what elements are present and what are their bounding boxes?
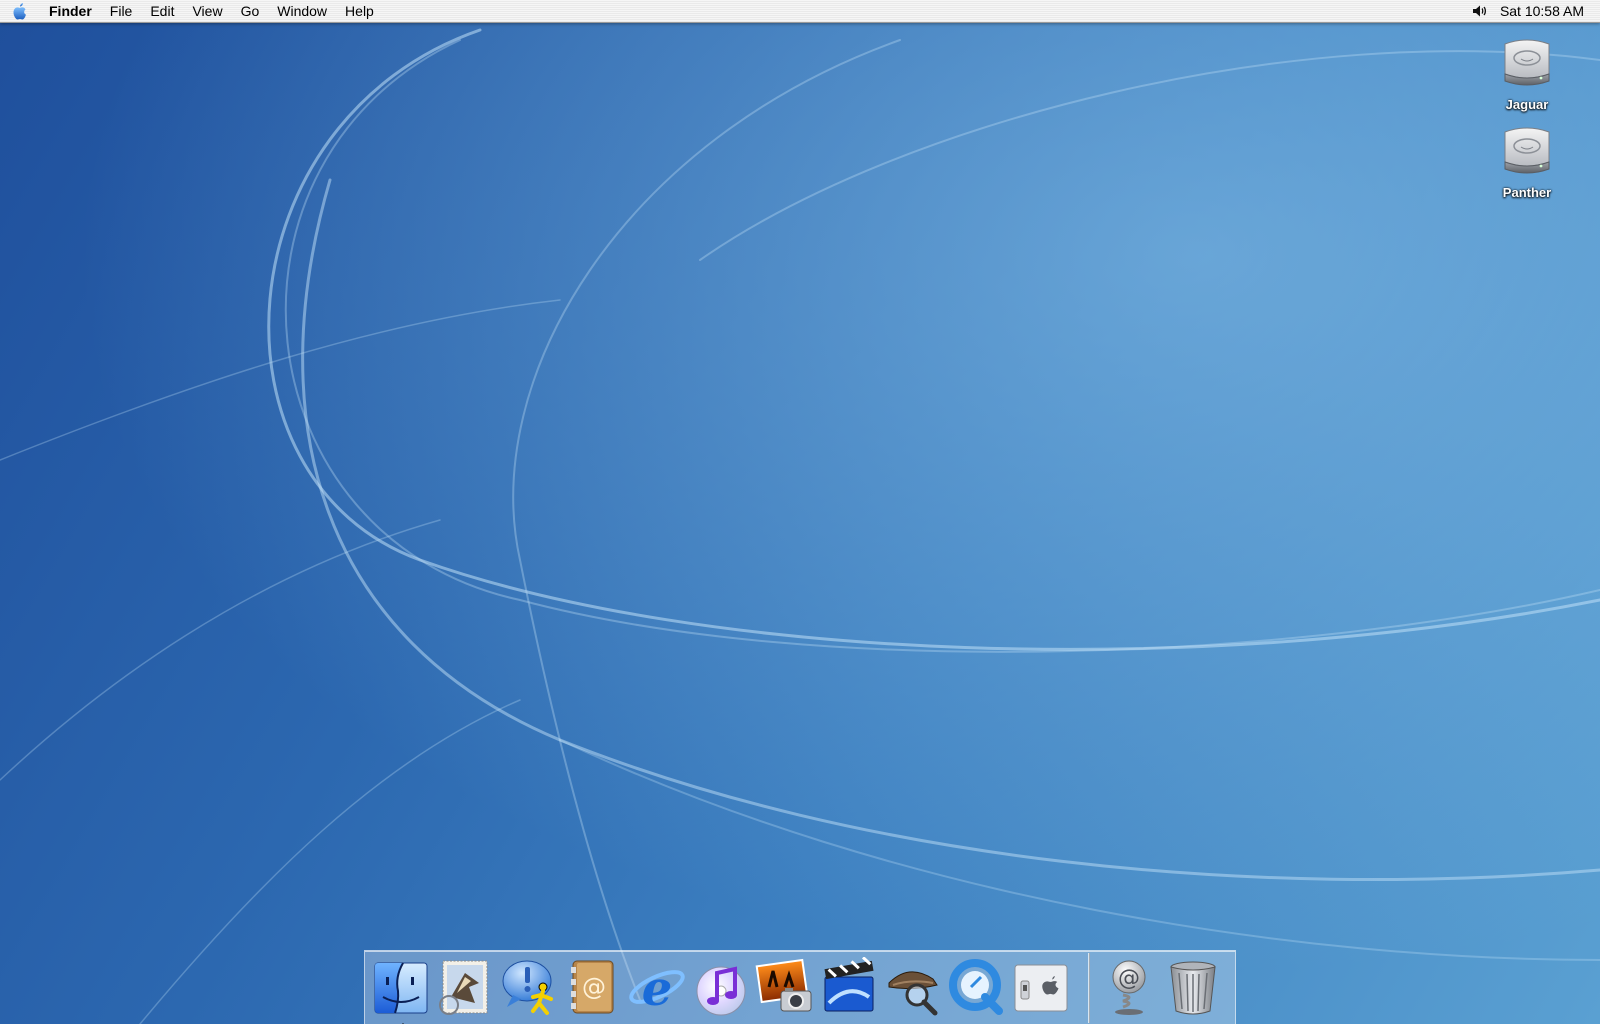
menu-window[interactable]: Window	[268, 0, 336, 22]
dock-item-internet-connect[interactable]: @	[1099, 957, 1159, 1017]
imovie-icon	[824, 956, 874, 1012]
dock-separator	[1088, 953, 1090, 1023]
svg-text:@: @	[1118, 966, 1140, 991]
sherlock-icon	[888, 971, 938, 1016]
dock-item-trash[interactable]	[1163, 957, 1223, 1017]
dock-item-ichat[interactable]	[499, 957, 559, 1017]
apple-menu[interactable]	[0, 0, 40, 22]
menu-go[interactable]: Go	[232, 0, 269, 22]
address-book-icon: @	[571, 960, 614, 1014]
dock-item-address-book[interactable]: @	[563, 957, 623, 1017]
hard-drive-icon	[1504, 127, 1550, 174]
dock-item-imovie[interactable]	[819, 956, 879, 1017]
dock-item-quicktime[interactable]	[947, 957, 1007, 1017]
drive-label: Panther	[1502, 185, 1552, 200]
desktop-drive-panther[interactable]: Panther	[1482, 122, 1572, 200]
internet-explorer-icon: e	[629, 961, 685, 1017]
apple-icon	[13, 2, 26, 20]
dock-item-sherlock[interactable]	[883, 957, 943, 1017]
menu-view[interactable]: View	[183, 0, 231, 22]
system-preferences-icon	[1014, 964, 1068, 1012]
mail-icon	[439, 960, 488, 1015]
dock-item-itunes[interactable]	[691, 957, 751, 1017]
quicktime-icon	[949, 959, 1003, 1015]
dock-item-mail[interactable]	[435, 957, 495, 1017]
dock-item-finder[interactable]	[371, 957, 431, 1024]
iphoto-icon	[755, 958, 812, 1012]
menu-file[interactable]: File	[101, 0, 142, 22]
desktop[interactable]: Finder File Edit View Go Window Help Sat…	[0, 0, 1600, 1024]
menu-edit[interactable]: Edit	[141, 0, 183, 22]
dock-item-internet-explorer[interactable]: e	[627, 957, 687, 1017]
svg-text:@: @	[582, 973, 606, 1001]
svg-text:e: e	[642, 961, 673, 1017]
menu-app-finder[interactable]: Finder	[40, 0, 101, 22]
ichat-icon	[502, 960, 553, 1015]
menu-bar: Finder File Edit View Go Window Help Sat…	[0, 0, 1600, 23]
dock-item-system-preferences[interactable]	[1011, 957, 1071, 1017]
volume-icon[interactable]	[1466, 0, 1494, 22]
trash-icon	[1170, 961, 1216, 1015]
menu-clock[interactable]: Sat 10:58 AM	[1494, 0, 1600, 22]
desktop-drive-jaguar[interactable]: Jaguar	[1482, 34, 1572, 112]
dock: @ e @	[364, 950, 1236, 1024]
menu-help[interactable]: Help	[336, 0, 383, 22]
itunes-icon	[696, 966, 746, 1016]
hard-drive-icon	[1504, 39, 1550, 86]
wallpaper-swoosh	[0, 0, 1600, 1024]
internet-connect-icon: @	[1112, 960, 1146, 1015]
dock-item-iphoto[interactable]	[755, 957, 815, 1017]
drive-label: Jaguar	[1505, 97, 1549, 112]
finder-icon	[374, 962, 428, 1014]
